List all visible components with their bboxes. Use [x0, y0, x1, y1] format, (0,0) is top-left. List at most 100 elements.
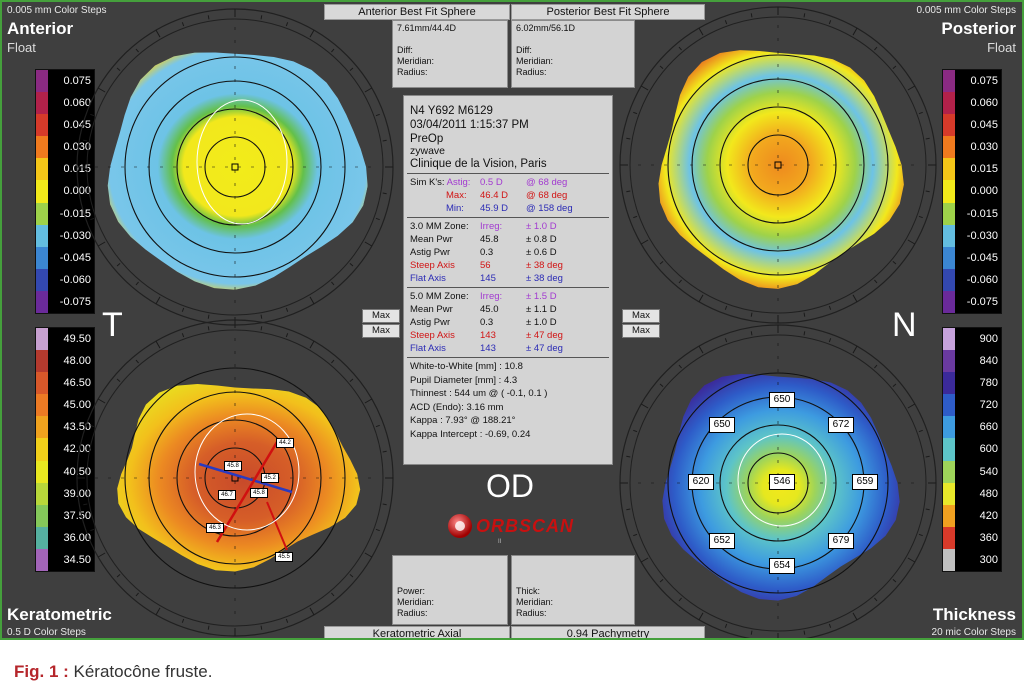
- dial-tick: [918, 533, 923, 537]
- dial-tick: [828, 305, 832, 310]
- dial-tick: [852, 294, 858, 303]
- zone3-steep-label: Steep Axis: [410, 260, 455, 271]
- dial-tick: [803, 312, 806, 317]
- zone3-mean-pm: ± 0.8 D: [526, 234, 557, 245]
- acd-endo: ACD (Endo): 3.16 mm: [410, 401, 504, 413]
- zone3-flat-label: Flat Axis: [410, 273, 446, 284]
- dial-tick: [90, 424, 95, 428]
- dial-tick: [181, 618, 185, 623]
- zone5-steep-pm: ± 47 deg: [526, 330, 563, 341]
- dial-tick: [892, 383, 897, 387]
- dial-tick: [698, 27, 704, 36]
- zone3-title: 3.0 MM Zone:: [410, 221, 469, 232]
- caption-prefix: Fig. 1 :: [14, 662, 69, 681]
- dial-tick: [874, 364, 878, 369]
- dial-tick: [97, 241, 106, 247]
- dial-tick: [375, 113, 380, 117]
- dial-tick: [116, 263, 121, 267]
- dial-tick: [925, 190, 930, 193]
- pachy-value: 650: [769, 392, 795, 408]
- operator-name: zywave: [410, 145, 446, 157]
- zone3-mean-label: Mean Pwr: [410, 234, 453, 245]
- dial-tick: [97, 552, 106, 558]
- white-to-white: White-to-White [mm] : 10.8: [410, 361, 523, 372]
- posterior-float-map: [658, 50, 904, 289]
- dial-tick: [678, 46, 682, 51]
- dial-tick: [852, 612, 858, 621]
- dial-tick: [309, 296, 315, 305]
- pachy-thinnest-value: 546: [769, 474, 795, 490]
- simk-astig-deg: @ 68 deg: [526, 177, 568, 188]
- dial-tick: [659, 261, 664, 265]
- dial-tick: [874, 597, 878, 602]
- dial-tick: [97, 87, 106, 93]
- dial-tick: [375, 217, 380, 221]
- zone5-flat-pm: ± 47 deg: [526, 343, 563, 354]
- dial-tick: [155, 29, 161, 38]
- kerato-value: 45.5: [275, 552, 293, 562]
- kerato-value: 46.3: [206, 523, 224, 533]
- kerato-value: 46.7: [218, 490, 236, 500]
- simk-label: Sim K's:: [410, 177, 445, 188]
- dial-tick: [364, 552, 373, 558]
- dial-tick: [750, 312, 753, 317]
- caption-text: Kératocône fruste.: [68, 662, 213, 681]
- zone5-irreg: ± 1.5 D: [526, 291, 557, 302]
- figure-caption: Fig. 1 : Kératocône fruste.: [14, 662, 212, 682]
- dial-tick: [907, 557, 916, 563]
- kerato-value: 45.8: [250, 488, 268, 498]
- dial-tick: [260, 15, 263, 20]
- dial-tick: [207, 15, 210, 20]
- dial-tick: [925, 455, 930, 458]
- info-panel: N4 Y692 M6129 03/04/2011 1:15:37 PM PreO…: [403, 95, 613, 465]
- kappa: Kappa : 7.93° @ 188.21°: [410, 415, 516, 427]
- dial-tick: [382, 192, 387, 195]
- dial-tick: [309, 340, 315, 349]
- anterior-float-map: [107, 52, 368, 290]
- zone5-steep-label: Steep Axis: [410, 330, 455, 341]
- dial-tick: [874, 46, 878, 51]
- dial-tick: [828, 338, 832, 343]
- dial-tick: [382, 450, 387, 453]
- dial-tick: [640, 403, 649, 409]
- dial-tick: [260, 326, 263, 331]
- dial-tick: [382, 139, 387, 142]
- zone5-irreg-label: Irreg:: [480, 291, 503, 302]
- dial-tick: [135, 48, 139, 53]
- dial-tick: [640, 239, 649, 245]
- dial-tick: [626, 455, 631, 458]
- dial-tick: [918, 111, 923, 115]
- dial-tick: [626, 508, 631, 511]
- dial-tick: [375, 528, 380, 532]
- dial-tick: [309, 29, 315, 38]
- zone3-steep: 56: [480, 260, 491, 271]
- dial-tick: [155, 340, 161, 349]
- dial-tick: [750, 331, 753, 336]
- dial-tick: [260, 625, 263, 630]
- zone5-mean: 45.0: [480, 304, 499, 315]
- exam-status: PreOp: [410, 133, 444, 145]
- dial-tick: [260, 314, 263, 319]
- dial-tick: [750, 630, 753, 635]
- dial-tick: [116, 574, 121, 578]
- dial-tick: [181, 307, 185, 312]
- zone5-title: 5.0 MM Zone:: [410, 291, 469, 302]
- zone5-flat-label: Flat Axis: [410, 343, 446, 354]
- dial-tick: [907, 403, 916, 409]
- dial-tick: [207, 625, 210, 630]
- simk-min-value: 45.9 D: [480, 203, 508, 214]
- pachy-value: 672: [828, 417, 854, 433]
- dial-tick: [678, 364, 682, 369]
- dial-tick: [803, 13, 806, 18]
- zone3-irreg: ± 1.0 D: [526, 221, 557, 232]
- dial-tick: [90, 113, 95, 117]
- dial-tick: [181, 22, 185, 27]
- dial-tick: [626, 190, 631, 193]
- simk-astig-label: Astig:: [446, 177, 471, 188]
- simk-min-deg: @ 158 deg: [526, 203, 573, 214]
- zone3-astig-pm: ± 0.6 D: [526, 247, 557, 258]
- patient-id: N4 Y692 M6129: [410, 105, 493, 117]
- dial-tick: [852, 345, 858, 354]
- dial-tick: [364, 241, 373, 247]
- pupil-diameter: Pupil Diameter [mm] : 4.3: [410, 374, 518, 386]
